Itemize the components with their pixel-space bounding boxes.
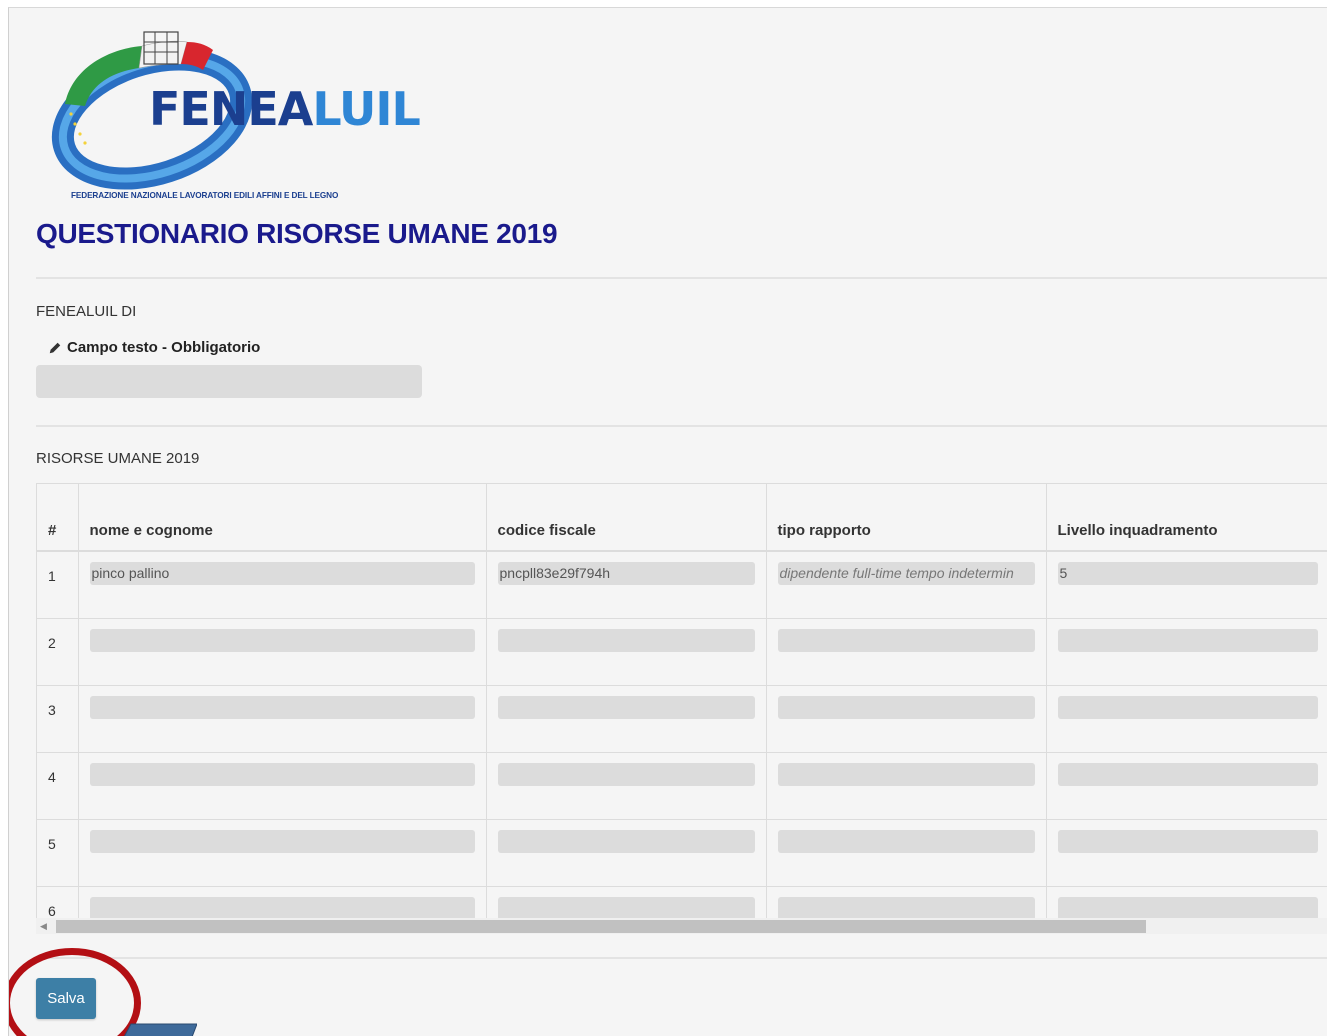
codice-input[interactable]: [497, 762, 755, 786]
logo-wordmark: FENEALUIL: [149, 86, 421, 132]
page-frame: FENEALUIL FEDERAZIONE NAZIONALE LAVORATO…: [8, 7, 1327, 1036]
field-label: Campo testo - Obbligatorio: [48, 339, 260, 356]
table-row: 4: [37, 752, 1327, 820]
col-header-tipo: tipo rapporto: [766, 484, 1047, 552]
fenealuil-logo: FENEALUIL FEDERAZIONE NAZIONALE LAVORATO…: [47, 24, 421, 210]
livello-input[interactable]: [1057, 695, 1318, 719]
livello-input[interactable]: [1057, 762, 1318, 786]
field-label-text: Campo testo - Obbligatorio: [67, 339, 261, 356]
tipo-input[interactable]: [777, 896, 1035, 918]
table-row: 6: [37, 886, 1327, 918]
horizontal-scrollbar[interactable]: ◀: [36, 918, 1327, 934]
pencil-icon: [49, 342, 61, 353]
nome-input[interactable]: pinco pallino: [89, 562, 475, 585]
nome-input[interactable]: [89, 695, 475, 719]
tipo-input[interactable]: [777, 829, 1035, 853]
row-number: 1: [37, 551, 79, 619]
scrollbar-thumb[interactable]: [56, 920, 1146, 933]
section-label-risorse: RISORSE UMANE 2019: [36, 450, 200, 467]
codice-input[interactable]: [497, 896, 755, 918]
livello-input[interactable]: [1057, 628, 1318, 652]
nome-input[interactable]: [89, 829, 475, 853]
tipo-input[interactable]: [777, 762, 1035, 786]
livello-input[interactable]: [1057, 829, 1318, 853]
codice-input[interactable]: pncpll83e29f794h: [497, 562, 755, 585]
section-label-fenealuil: FENEALUIL DI: [36, 303, 137, 320]
table-row: 5: [37, 819, 1327, 887]
divider: [36, 277, 1327, 279]
risorse-table: # nome e cognome codice fiscale tipo rap…: [37, 484, 1327, 918]
col-header-codice: codice fiscale: [486, 484, 767, 552]
row-number: 6: [37, 886, 79, 918]
row-number: 3: [37, 685, 79, 753]
codice-input[interactable]: [497, 628, 755, 652]
nome-input[interactable]: [89, 896, 475, 918]
logo-subtitle: FEDERAZIONE NAZIONALE LAVORATORI EDILI A…: [71, 191, 339, 200]
scroll-left-arrow-icon[interactable]: ◀: [40, 921, 47, 932]
nome-input[interactable]: [89, 628, 475, 652]
save-button[interactable]: Salva: [36, 978, 96, 1019]
risorse-table-scroll[interactable]: # nome e cognome codice fiscale tipo rap…: [36, 483, 1327, 919]
tipo-input[interactable]: [777, 628, 1035, 652]
table-header-row: # nome e cognome codice fiscale tipo rap…: [37, 484, 1327, 552]
fenealuil-text-input[interactable]: [36, 365, 422, 398]
table-row: 2: [37, 618, 1327, 686]
divider: [36, 425, 1327, 427]
divider: [36, 957, 1327, 959]
col-header-livello: Livello inquadramento: [1046, 484, 1327, 552]
table-row: 1 pinco pallino pncpll83e29f794h dipende…: [37, 551, 1327, 619]
tipo-input[interactable]: dipendente full-time tempo indetermin: [777, 562, 1035, 585]
col-header-index: #: [37, 484, 79, 552]
row-number: 2: [37, 618, 79, 686]
livello-input[interactable]: 5: [1057, 562, 1318, 585]
codice-input[interactable]: [497, 695, 755, 719]
codice-input[interactable]: [497, 829, 755, 853]
logo-wordmark-part2: LUIL: [312, 82, 420, 136]
row-number: 4: [37, 752, 79, 820]
col-header-nome: nome e cognome: [78, 484, 487, 552]
table-row: 3: [37, 685, 1327, 753]
pointer-arrow-icon: [123, 1023, 197, 1036]
logo-wordmark-part1: FENEA: [149, 82, 313, 136]
row-number: 5: [37, 819, 79, 887]
nome-input[interactable]: [89, 762, 475, 786]
page-title: QUESTIONARIO RISORSE UMANE 2019: [36, 218, 558, 249]
livello-input[interactable]: [1057, 896, 1318, 918]
tipo-input[interactable]: [777, 695, 1035, 719]
